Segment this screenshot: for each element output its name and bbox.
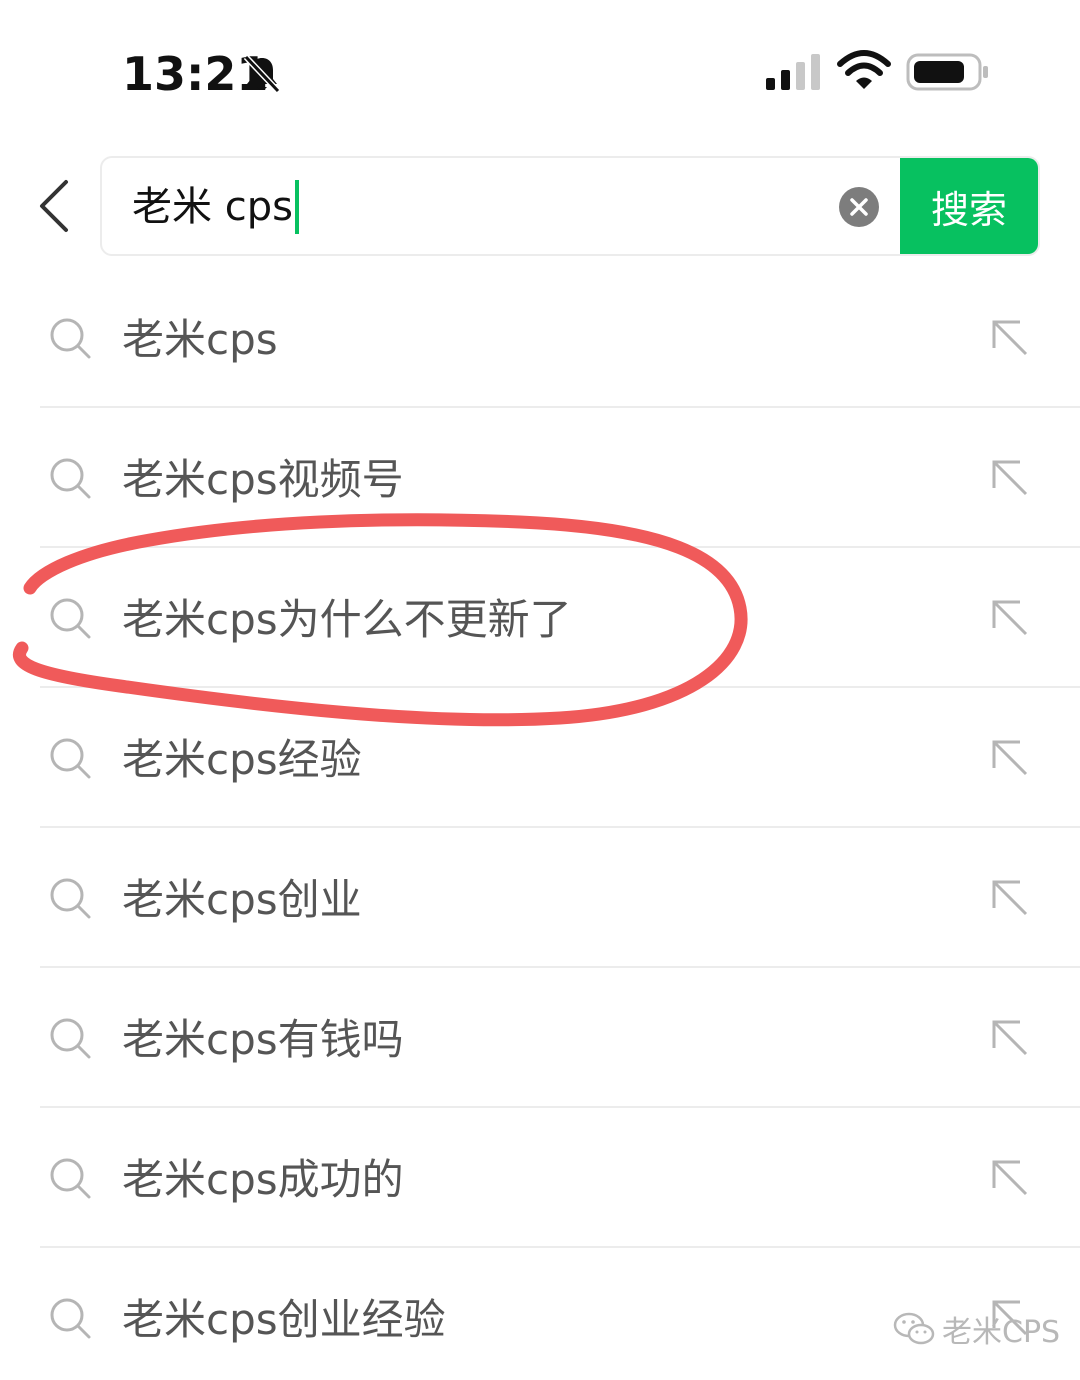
wifi-icon: [837, 50, 891, 89]
fill-query-arrow-icon[interactable]: [990, 458, 1030, 498]
suggestion-label: 老米cps: [122, 315, 278, 364]
search-icon: [50, 878, 91, 919]
suggestion-label: 老米cps创业: [122, 875, 362, 924]
search-icon: [50, 598, 91, 639]
suggestion-item[interactable]: 老米cps: [0, 268, 1080, 408]
suggestion-label: 老米cps经验: [122, 735, 362, 784]
search-icon: [50, 1298, 91, 1339]
search-icon: [50, 318, 91, 359]
search-icon: [50, 458, 91, 499]
fill-query-arrow-icon[interactable]: [990, 318, 1030, 358]
suggestion-item[interactable]: 老米cps创业: [0, 828, 1080, 968]
search-icon: [50, 738, 91, 779]
search-box[interactable]: 老米 cps 搜索: [100, 156, 1040, 256]
watermark-text: 老米CPS: [942, 1315, 1061, 1350]
fill-query-arrow-icon[interactable]: [990, 1018, 1030, 1058]
suggestion-label: 老米cps有钱吗: [122, 1015, 404, 1064]
suggestion-item[interactable]: 老米cps经验: [0, 688, 1080, 828]
suggestion-item[interactable]: 老米cps有钱吗: [0, 968, 1080, 1108]
search-icon: [50, 1018, 91, 1059]
suggestion-label: 老米cps为什么不更新了: [122, 595, 572, 644]
text-caret: [294, 180, 299, 234]
search-query-text: 老米 cps: [132, 184, 293, 230]
battery-icon: [906, 53, 988, 91]
suggestion-item[interactable]: 老米cps成功的: [0, 1108, 1080, 1248]
fill-query-arrow-icon[interactable]: [990, 598, 1030, 638]
watermark: 老米CPS: [892, 1304, 1060, 1354]
signal-icon: [766, 54, 820, 90]
fill-query-arrow-icon[interactable]: [990, 878, 1030, 918]
screen: 13:21 老米 cps 搜索 老米cps 老米cps视频号 老米cps为什么不…: [0, 0, 1080, 1380]
bell-muted-icon: [243, 54, 281, 94]
wechat-icon: [893, 1312, 935, 1345]
suggestion-label: 老米cps视频号: [122, 455, 404, 504]
clear-icon[interactable]: [838, 186, 880, 228]
search-icon: [50, 1158, 91, 1199]
search-input[interactable]: 老米 cps: [132, 180, 299, 234]
suggestion-item[interactable]: 老米cps视频号: [0, 408, 1080, 548]
fill-query-arrow-icon[interactable]: [990, 1158, 1030, 1198]
search-button[interactable]: 搜索: [900, 158, 1038, 254]
fill-query-arrow-icon[interactable]: [990, 738, 1030, 778]
back-chevron-icon[interactable]: [30, 178, 80, 234]
suggestion-label: 老米cps创业经验: [122, 1295, 446, 1344]
suggestion-label: 老米cps成功的: [122, 1155, 404, 1204]
status-bar: 13:21: [0, 0, 1080, 130]
suggestion-item[interactable]: 老米cps为什么不更新了: [0, 548, 1080, 688]
